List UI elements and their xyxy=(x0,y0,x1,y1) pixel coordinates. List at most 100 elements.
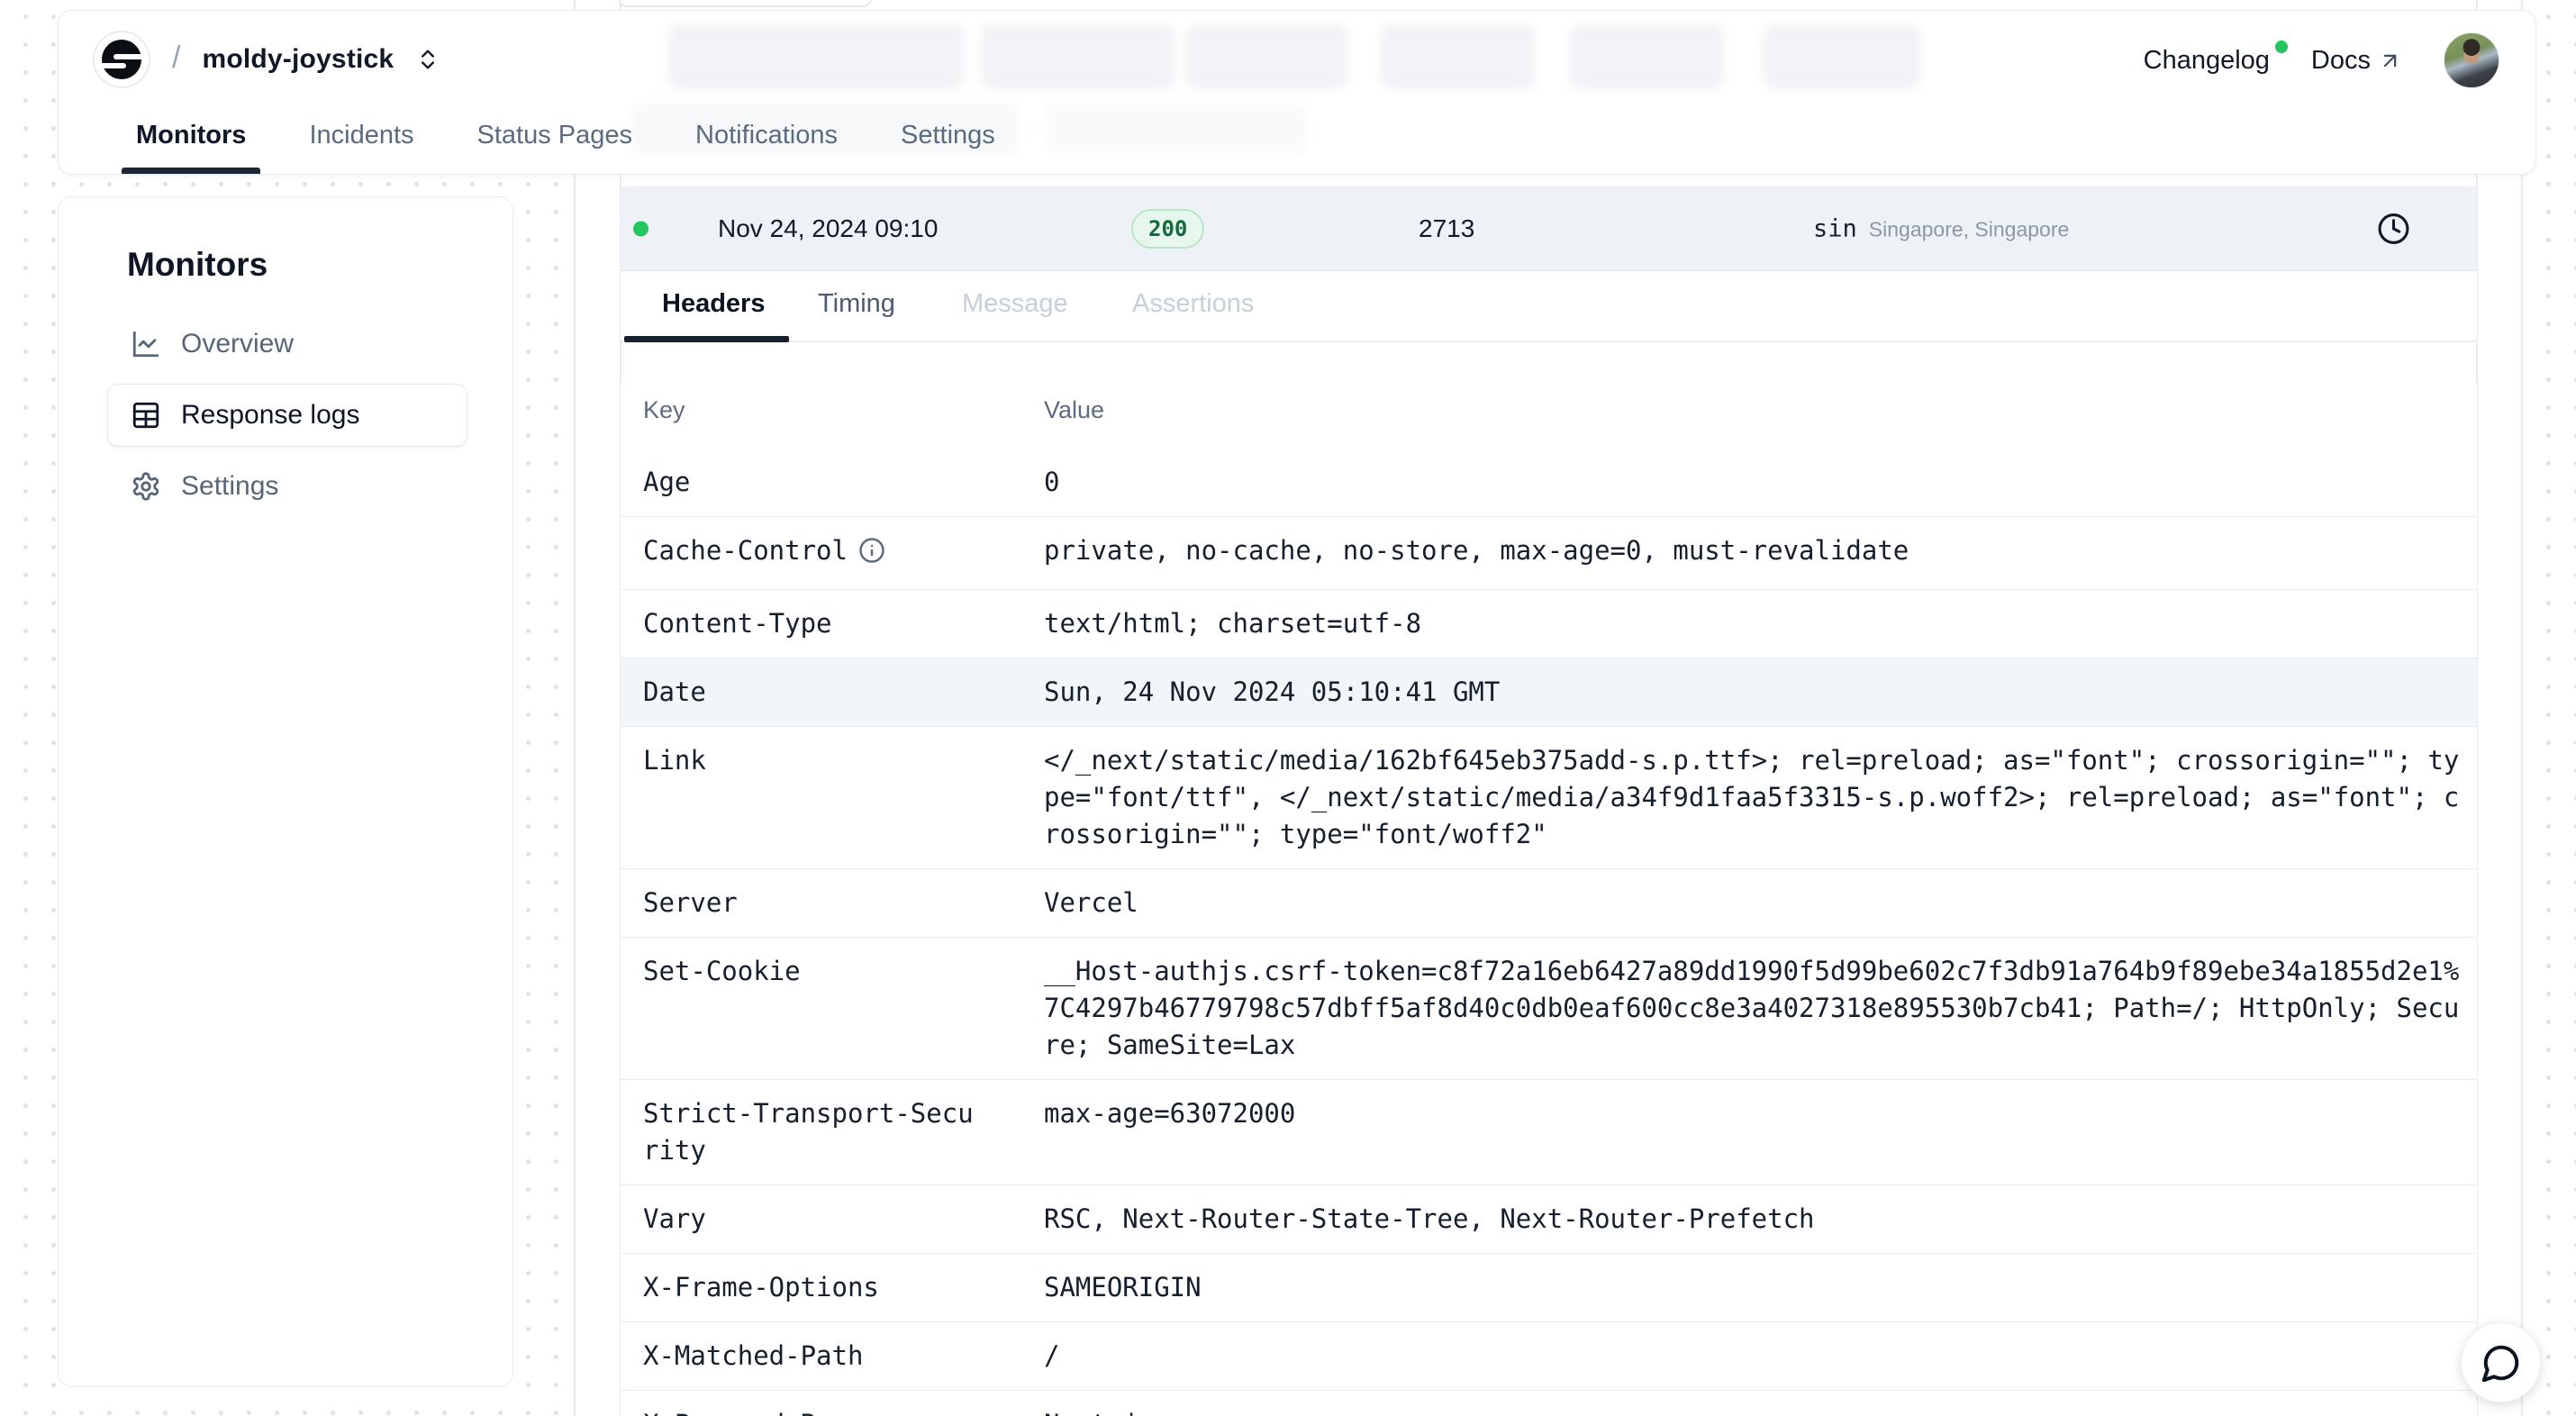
frame-border-right xyxy=(2521,0,2523,1416)
header-value: / xyxy=(1044,1338,2462,1375)
info-icon[interactable] xyxy=(858,537,885,574)
header-key: Content-Type xyxy=(643,605,978,642)
header-key: Date xyxy=(643,674,978,711)
ghost-blob xyxy=(981,24,1175,89)
status-success-dot xyxy=(633,222,649,237)
header-row-content-type: Content-Type text/html; charset=utf-8 xyxy=(621,590,2477,658)
header-key: X-Frame-Options xyxy=(643,1269,978,1306)
table-header-row: Key Value xyxy=(621,383,2477,449)
arrow-up-right-icon xyxy=(2378,49,2402,73)
log-timestamp: Nov 24, 2024 09:10 xyxy=(718,214,938,243)
header-tabs: Monitors Incidents Status Pages Notificatio… xyxy=(134,121,997,174)
header-actions: Changelog Docs xyxy=(2144,32,2499,88)
active-tab-underline xyxy=(624,336,789,342)
response-log-row[interactable]: Nov 24, 2024 09:10 200 2713 sin Singapor… xyxy=(621,186,2477,271)
header-value: </_next/static/media/162bf645eb375add-s.… xyxy=(1044,742,2462,853)
header-tab-status-pages[interactable]: Status Pages xyxy=(476,121,635,174)
status-code-badge: 200 xyxy=(1131,209,1204,249)
sidebar-nav: Overview Response logs Settings xyxy=(107,313,467,526)
header-tab-settings[interactable]: Settings xyxy=(899,121,997,174)
docs-link[interactable]: Docs xyxy=(2311,46,2402,76)
header-tab-notifications[interactable]: Notifications xyxy=(694,121,839,174)
header-key: Link xyxy=(643,742,978,853)
line-chart-icon xyxy=(131,329,161,359)
gear-icon xyxy=(131,471,161,502)
ghost-blob xyxy=(1763,24,1921,89)
header-key: Cache-Control xyxy=(643,532,978,574)
header-value: 0 xyxy=(1044,464,2462,501)
ghost-blob xyxy=(1046,104,1307,154)
header-tab-incidents[interactable]: Incidents xyxy=(307,121,415,174)
detail-tab-timing[interactable]: Timing xyxy=(818,288,895,318)
frame-border-left xyxy=(574,0,576,1416)
header-value: max-age=63072000 xyxy=(1044,1095,2462,1169)
header-value: Sun, 24 Nov 2024 05:10:41 GMT xyxy=(1044,674,2462,711)
table-body: Age 0 Cache-Control private, no-cache, no-s… xyxy=(621,449,2477,1416)
region-code: sin xyxy=(1813,215,1857,243)
header-value: __Host-authjs.csrf-token=c8f72a16eb6427a… xyxy=(1044,953,2462,1064)
sidebar-title: Monitors xyxy=(127,246,268,284)
clock-icon xyxy=(2377,213,2410,246)
changelog-notification-dot xyxy=(2275,41,2288,53)
column-header-key: Key xyxy=(643,396,978,424)
header-row-x-powered-by: X-Powered-By Next.js xyxy=(621,1391,2477,1416)
header-row-x-frame-options: X-Frame-OptionsSAMEORIGIN xyxy=(621,1254,2477,1322)
header-value: Next.js xyxy=(1044,1406,2462,1416)
app-canvas: Nov 24, 2024 09:10 200 2713 sin Singapor… xyxy=(0,0,2576,1416)
header-tab-monitors[interactable]: Monitors xyxy=(134,121,248,174)
ghost-blob xyxy=(667,24,965,89)
header-key: Age xyxy=(643,464,978,501)
log-region: sin Singapore, Singapore xyxy=(1813,215,2069,243)
detail-tab-message: Message xyxy=(962,288,1068,318)
breadcrumb-slash: / xyxy=(172,41,180,76)
response-headers-table: Key Value Age 0 Cache-Control private, no-c… xyxy=(621,383,2477,1416)
ghost-blob xyxy=(1186,24,1348,89)
log-latency: 2713 xyxy=(1419,214,1474,243)
header-key: Set-Cookie xyxy=(643,953,978,1064)
sidebar-item-overview[interactable]: Overview xyxy=(107,313,467,376)
table-icon xyxy=(131,400,161,431)
user-avatar[interactable] xyxy=(2444,32,2499,88)
message-circle-icon xyxy=(2481,1342,2522,1384)
detail-tab-assertions: Assertions xyxy=(1132,288,1254,318)
ghost-blob xyxy=(1381,24,1536,89)
sidebar-item-label: Response logs xyxy=(181,400,359,431)
scrolled-element-fragment xyxy=(618,0,872,7)
region-name: Singapore, Singapore xyxy=(1869,218,2070,242)
header-key: Vary xyxy=(643,1201,978,1238)
openstatus-logo[interactable] xyxy=(93,31,150,88)
header-row-vary: Vary RSC, Next-Router-State-Tree, Next-Ro… xyxy=(621,1185,2477,1254)
sidebar-item-settings[interactable]: Settings xyxy=(107,455,467,518)
sidebar: Monitors Overview Response logs Settings xyxy=(58,196,513,1387)
header-key: X-Powered-By xyxy=(643,1406,978,1416)
log-detail-tabs: Headers Timing Message Assertions xyxy=(621,271,2477,342)
header-value: text/html; charset=utf-8 xyxy=(1044,605,2462,642)
header-row-set-cookie: Set-Cookie __Host-authjs.csrf-token=c8f72… xyxy=(621,938,2477,1080)
header-row-server: Server Vercel xyxy=(621,869,2477,938)
header-row-strict-transport-security: Strict-Transport-Security max-age=6307200… xyxy=(621,1080,2477,1185)
support-chat-button[interactable] xyxy=(2461,1322,2541,1402)
header-value: Vercel xyxy=(1044,885,2462,921)
sidebar-item-label: Settings xyxy=(181,471,278,502)
header-key: Server xyxy=(643,885,978,921)
header-row-date: Date Sun, 24 Nov 2024 05:10:41 GMT xyxy=(621,658,2477,727)
dot-grid-background-right xyxy=(2523,0,2576,1416)
sidebar-item-response-logs[interactable]: Response logs xyxy=(107,384,467,447)
brand-breadcrumb: / moldy-joystick xyxy=(93,31,440,88)
header-row-cache-control: Cache-Control private, no-cache, no-store… xyxy=(621,517,2477,590)
header-key: X-Matched-Path xyxy=(643,1338,978,1375)
ghost-blob xyxy=(1570,24,1725,89)
header-row-x-matched-path: X-Matched-Path / xyxy=(621,1322,2477,1391)
top-navigation-card: / moldy-joystick Changelog Docs Monitors… xyxy=(58,10,2536,175)
changelog-link[interactable]: Changelog xyxy=(2144,46,2270,76)
sidebar-item-label: Overview xyxy=(181,329,294,359)
header-row-link: Link </_next/static/media/162bf645eb375ad… xyxy=(621,727,2477,869)
project-name[interactable]: moldy-joystick xyxy=(202,44,394,75)
chevrons-up-down-icon[interactable] xyxy=(415,47,440,72)
header-value: RSC, Next-Router-State-Tree, Next-Router… xyxy=(1044,1201,2462,1238)
column-header-value: Value xyxy=(1044,396,1104,424)
detail-tab-headers[interactable]: Headers xyxy=(662,288,765,318)
header-key: Strict-Transport-Security xyxy=(643,1095,978,1169)
header-value: private, no-cache, no-store, max-age=0, … xyxy=(1044,532,2462,574)
header-row-age: Age 0 xyxy=(621,449,2477,517)
